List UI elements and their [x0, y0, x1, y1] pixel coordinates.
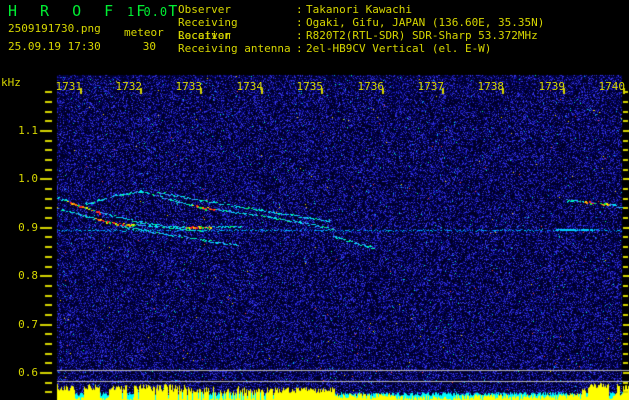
info-row-observer: Observer : Takanori Kawachi [178, 3, 412, 16]
time-tick-label: 1732 [115, 80, 143, 93]
time-tick-label: 1734 [236, 80, 264, 93]
freq-tick-label: 1.1 [18, 124, 38, 137]
info-label: Observer [178, 3, 231, 16]
time-tick-label: 1737 [417, 80, 445, 93]
freq-tick-label: 0.8 [18, 269, 38, 282]
mode-label: meteor [124, 26, 164, 39]
time-tick-label: 1731 [55, 80, 83, 93]
time-tick-label: 1733 [175, 80, 203, 93]
time-tick-label: 1736 [357, 80, 385, 93]
freq-tick-label: 0.6 [18, 366, 38, 379]
output-filename: 2509191730.png [8, 22, 101, 35]
info-label: Receiving antenna [178, 42, 291, 55]
info-row-receiver: Receiver : R820T2(RTL-SDR) SDR-Sharp 53.… [178, 29, 538, 42]
info-value: R820T2(RTL-SDR) SDR-Sharp 53.372MHz [306, 29, 538, 42]
spectrogram-canvas [0, 0, 629, 400]
info-label: Receiver [178, 29, 231, 42]
time-tick-label: 1735 [296, 80, 324, 93]
time-tick-label: 1740 [598, 80, 626, 93]
hrofft-screen: H R O F F T 1.0.0 2509191730.png meteor … [0, 0, 629, 400]
info-colon: : [296, 3, 303, 16]
param-value: 30 [142, 40, 156, 53]
app-version: 1.0.0 [127, 5, 169, 19]
info-value: 2el-HB9CV Vertical (el. E-W) [306, 42, 492, 55]
time-tick-label: 1739 [538, 80, 566, 93]
freq-axis-unit: kHz [1, 76, 21, 89]
info-row-antenna: Receiving antenna : 2el-HB9CV Vertical (… [178, 42, 491, 55]
date-time: 25.09.19 17:30 [8, 40, 101, 53]
time-tick-label: 1738 [477, 80, 505, 93]
info-colon: : [296, 42, 303, 55]
freq-tick-label: 0.7 [18, 318, 38, 331]
freq-tick-label: 1.0 [18, 172, 38, 185]
info-colon: : [296, 29, 303, 42]
info-value: Takanori Kawachi [306, 3, 412, 16]
freq-tick-label: 0.9 [18, 221, 38, 234]
